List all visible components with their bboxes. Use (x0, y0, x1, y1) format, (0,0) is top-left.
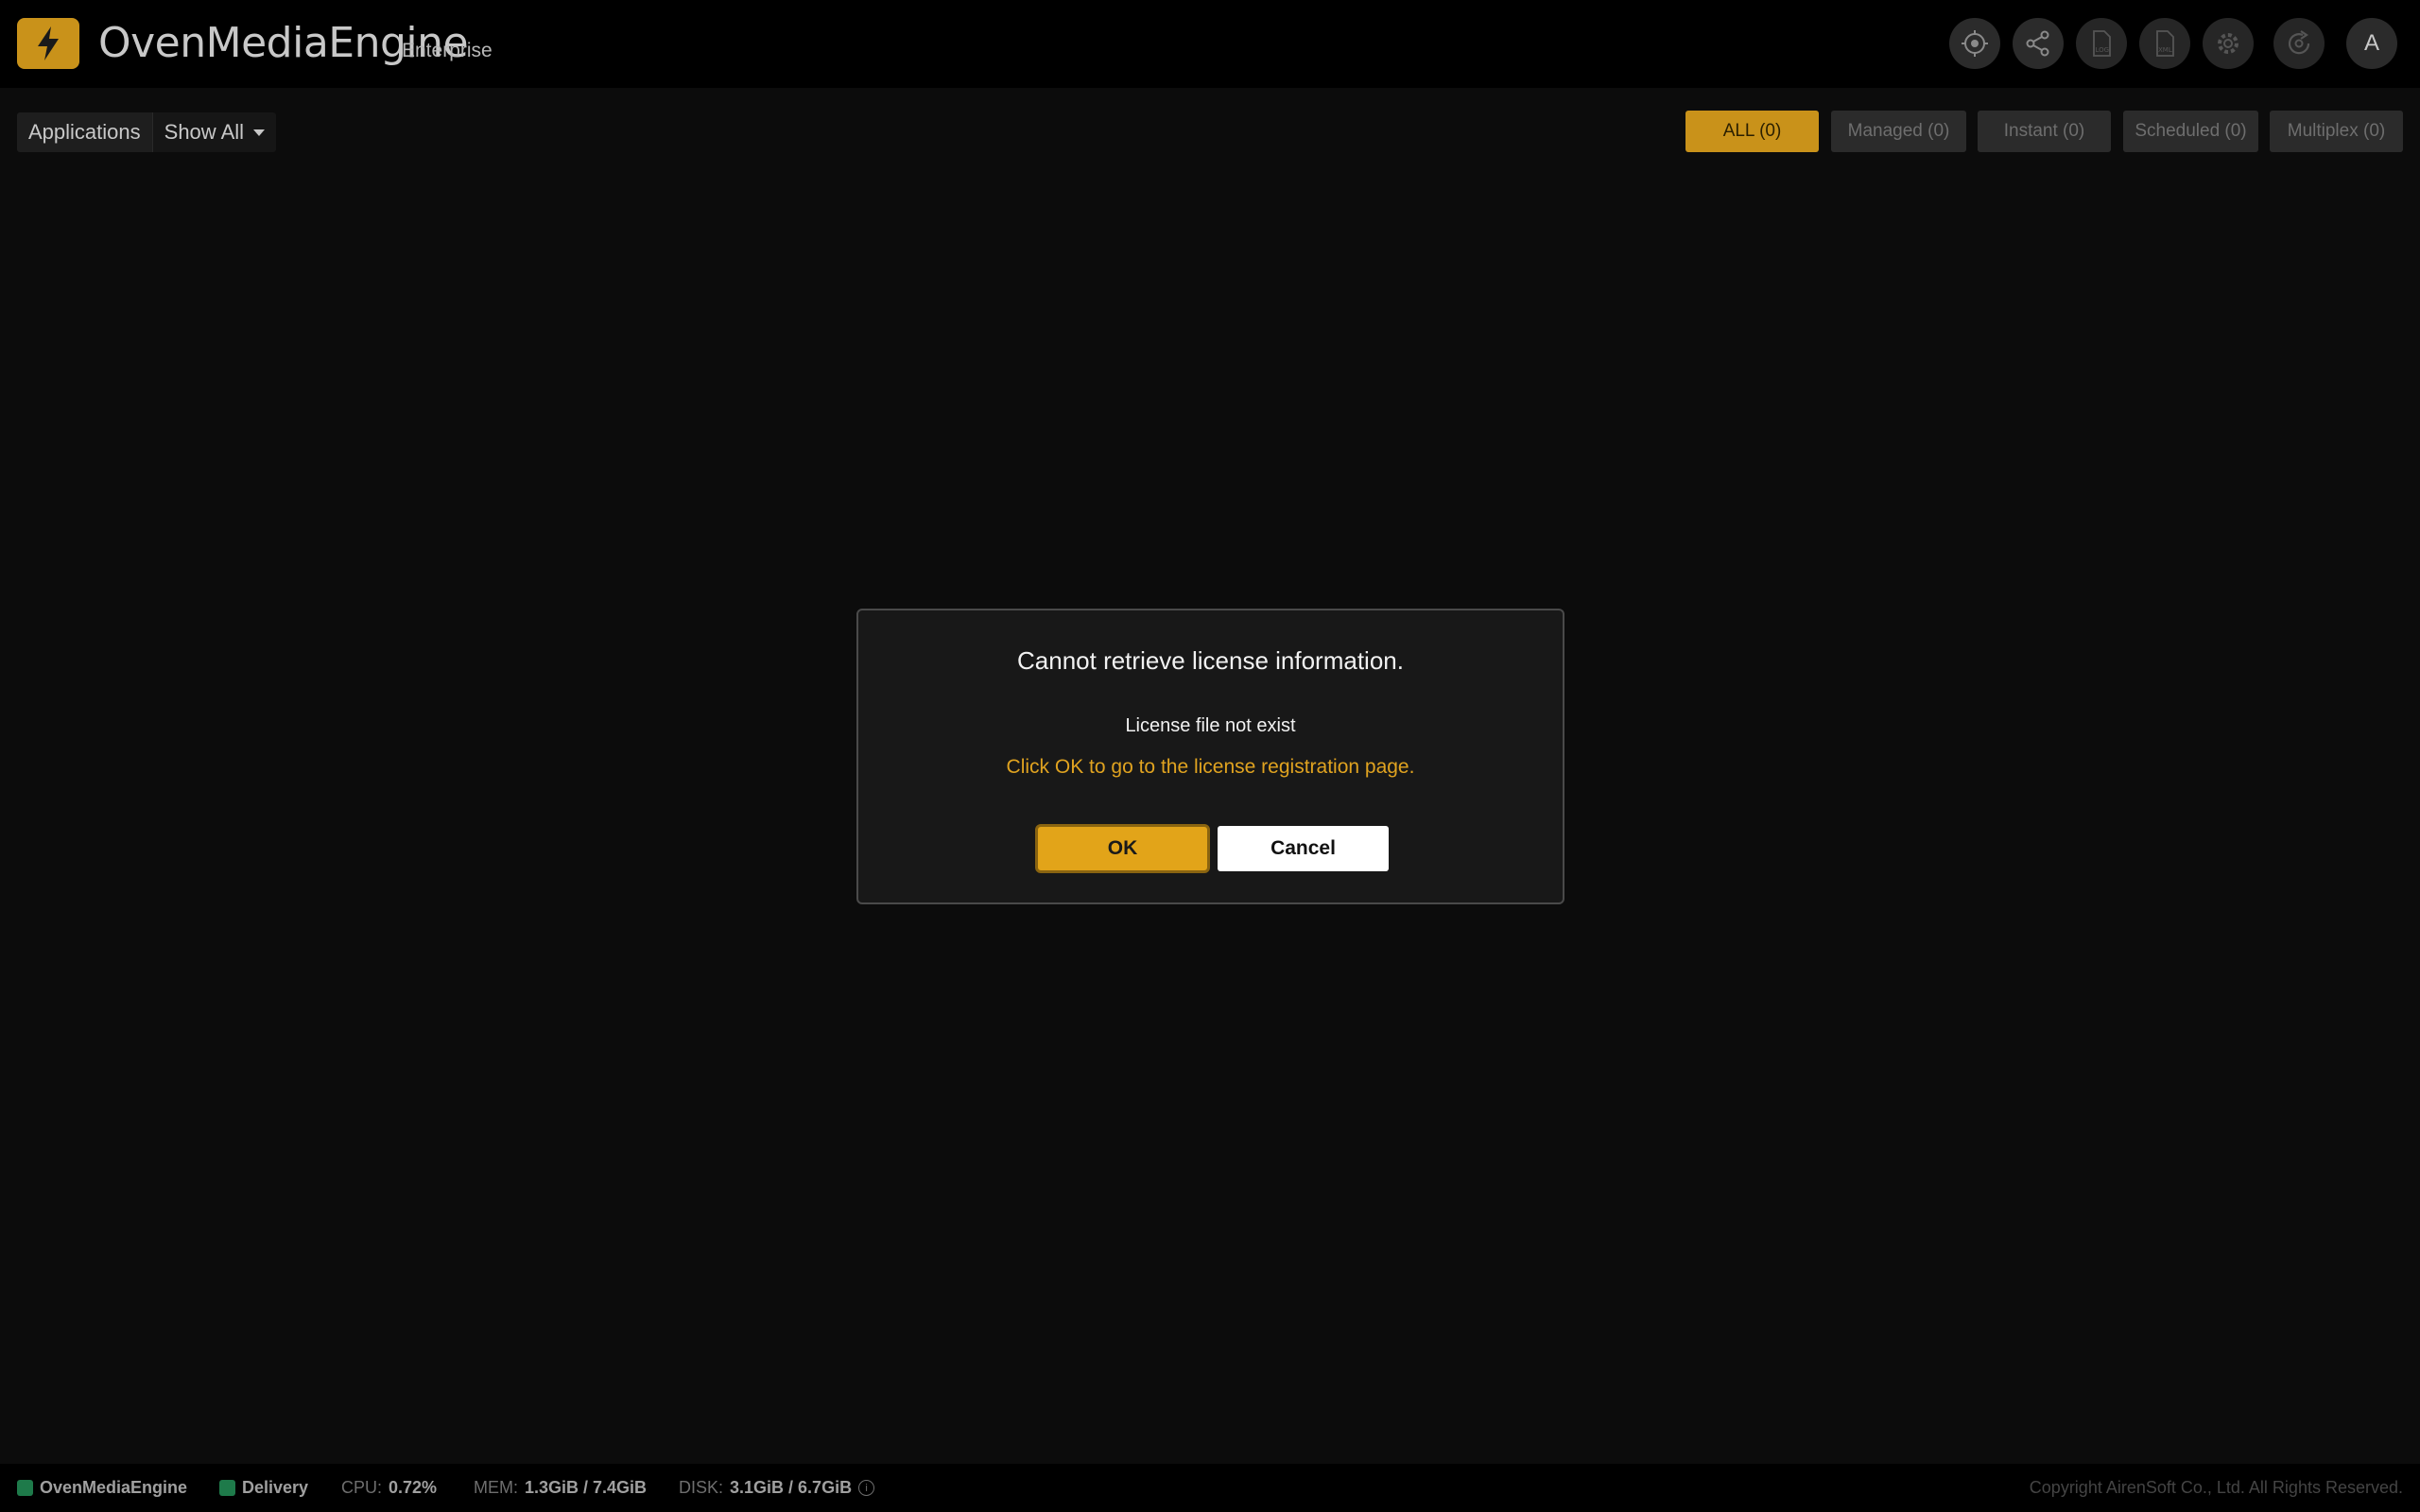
share-button[interactable] (2013, 18, 2064, 69)
refresh-icon (2288, 30, 2310, 55)
xml-file-icon: XML (2156, 30, 2174, 57)
engine-status: OvenMediaEngine (17, 1464, 187, 1512)
disk-label: DISK: (679, 1478, 724, 1497)
info-icon[interactable]: i (858, 1480, 875, 1496)
filter-instant-button[interactable]: Instant (0) (1978, 111, 2111, 152)
copyright-text: Copyright AirenSoft Co., Ltd. All Rights… (2029, 1478, 2403, 1497)
mem-value: 1.3GiB / 7.4GiB (525, 1478, 648, 1497)
logo[interactable] (17, 18, 79, 69)
disk-value: 3.1GiB / 6.7GiB (730, 1478, 853, 1497)
gear-icon (2218, 33, 2238, 54)
disk-usage: DISK: 3.1GiB / 6.7GiB i (679, 1464, 875, 1512)
user-avatar[interactable]: A (2346, 18, 2397, 69)
delivery-status-indicator (219, 1480, 235, 1496)
applications-selector: Applications Show All (17, 112, 277, 152)
target-icon (1962, 30, 1988, 57)
cancel-button[interactable]: Cancel (1218, 826, 1389, 871)
mem-label: MEM: (474, 1478, 518, 1497)
delivery-status: Delivery (219, 1464, 308, 1512)
license-error-dialog: Cannot retrieve license information. Lic… (856, 609, 1564, 904)
svg-text:XML: XML (2158, 46, 2172, 54)
engine-status-indicator (17, 1480, 33, 1496)
share-icon (2026, 30, 2049, 57)
xml-button[interactable]: XML (2139, 18, 2190, 69)
show-all-dropdown[interactable]: Show All (152, 112, 277, 152)
dialog-message: License file not exist (1125, 715, 1296, 736)
filter-scheduled-button[interactable]: Scheduled (0) (2123, 111, 2258, 152)
settings-button[interactable] (2203, 18, 2254, 69)
ok-button[interactable]: OK (1035, 824, 1210, 873)
lightning-icon (38, 26, 59, 60)
caret-down-icon (253, 129, 266, 136)
memory-usage: MEM: 1.3GiB / 7.4GiB (474, 1464, 647, 1512)
delivery-status-label: Delivery (242, 1478, 309, 1497)
cpu-label: CPU: (341, 1478, 383, 1497)
dialog-hint: Click OK to go to the license registrati… (1006, 756, 1415, 778)
status-bar: OvenMediaEngine Delivery CPU: 0.72% MEM:… (0, 1464, 2420, 1512)
cpu-usage: CPU: 0.72% (341, 1464, 437, 1512)
engine-status-label: OvenMediaEngine (40, 1478, 188, 1497)
refresh-button[interactable] (2273, 18, 2325, 69)
top-header: OvenMediaEngine Enterprise LOG XML A (0, 0, 2420, 88)
cpu-value: 0.72% (389, 1478, 438, 1497)
applications-label: Applications (17, 112, 153, 152)
log-button[interactable]: LOG (2076, 18, 2127, 69)
dropdown-value: Show All (164, 120, 245, 144)
edition-label: Enterprise (402, 40, 493, 61)
log-file-icon: LOG (2093, 30, 2111, 57)
filter-managed-button[interactable]: Managed (0) (1831, 111, 1966, 152)
filter-multiplex-button[interactable]: Multiplex (0) (2270, 111, 2403, 152)
filter-all-button[interactable]: ALL (0) (1685, 111, 1819, 152)
svg-text:LOG: LOG (2096, 46, 2110, 54)
dialog-title: Cannot retrieve license information. (1017, 646, 1404, 675)
target-button[interactable] (1949, 18, 2000, 69)
